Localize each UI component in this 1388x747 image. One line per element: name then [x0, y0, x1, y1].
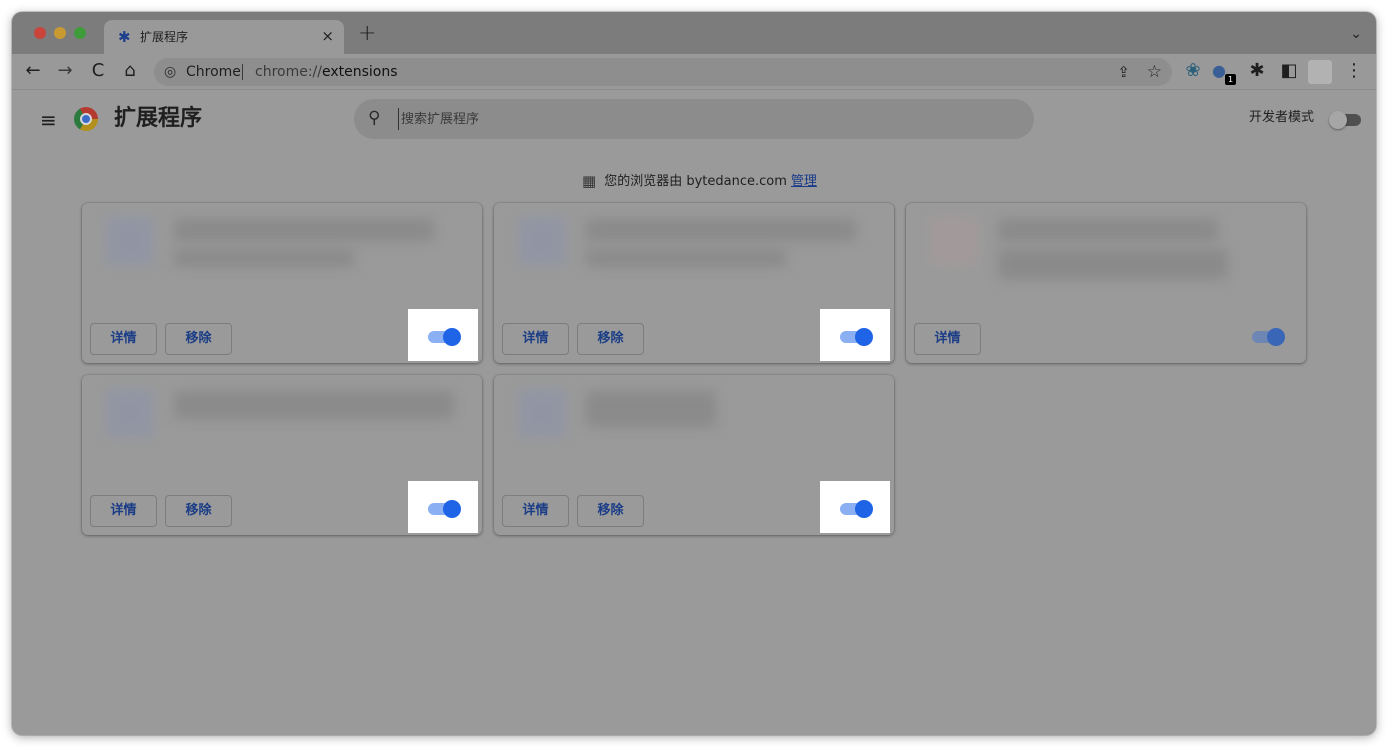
tab-extensions[interactable]: ✱ 扩展程序 ×	[104, 20, 344, 54]
toggle-highlight	[820, 309, 890, 361]
details-button[interactable]: 详情	[90, 323, 157, 355]
omnibox-divider	[242, 64, 243, 80]
extension-name-blurred	[174, 391, 454, 419]
zoom-window-button[interactable]	[74, 27, 86, 39]
extension-enable-toggle[interactable]	[840, 500, 873, 518]
extension-icon	[106, 217, 154, 265]
reload-button[interactable]: C	[87, 61, 109, 81]
home-button[interactable]: ⌂	[119, 61, 141, 81]
developer-mode-toggle[interactable]	[1329, 111, 1361, 129]
extensions-page: ≡ 扩展程序 ⚲ 开发者模式 ▦ 您的浏览器由 bytedance.com 管理 详…	[12, 91, 1376, 735]
building-icon: ▦	[582, 172, 597, 190]
extension-icon	[518, 217, 566, 265]
toggle-knob	[443, 328, 461, 346]
details-button[interactable]: 详情	[90, 495, 157, 527]
extension-icon	[930, 217, 978, 265]
remove-button[interactable]: 移除	[165, 495, 232, 527]
manage-link[interactable]: 管理	[791, 174, 817, 189]
search-bar[interactable]: ⚲	[354, 99, 1034, 139]
details-button[interactable]: 详情	[914, 323, 981, 355]
remove-button[interactable]: 移除	[165, 323, 232, 355]
toggle-knob	[855, 328, 873, 346]
extension-card: 详情	[906, 203, 1306, 363]
extension-enable-toggle[interactable]	[428, 500, 461, 518]
extension-card: 详情 移除	[494, 375, 894, 535]
toggle-knob	[443, 500, 461, 518]
url-text[interactable]: chrome://extensions	[255, 64, 398, 80]
toggle-knob	[1267, 328, 1285, 346]
extension-name-blurred	[174, 219, 434, 241]
address-bar[interactable]: ◎ Chrome chrome://extensions ⇪ ☆	[154, 58, 1172, 86]
bookmark-star-icon[interactable]: ☆	[1147, 62, 1162, 82]
developer-mode-label: 开发者模式	[1249, 110, 1315, 125]
close-window-button[interactable]	[34, 27, 46, 39]
tab-search-chevron-icon[interactable]: ⌄	[1350, 26, 1362, 42]
side-panel-icon[interactable]: ◧	[1278, 61, 1300, 81]
chrome-site-icon[interactable]: ◎	[164, 63, 176, 81]
toggle-area	[1232, 309, 1302, 361]
minimize-window-button[interactable]	[54, 27, 66, 39]
extension-name-blurred	[586, 219, 856, 241]
extension-name-blurred	[586, 391, 716, 427]
extension-badge: 1	[1225, 74, 1236, 85]
page-title: 扩展程序	[114, 106, 203, 131]
extension-card: 详情 移除	[82, 203, 482, 363]
extension-icon	[518, 389, 566, 437]
details-button[interactable]: 详情	[502, 495, 569, 527]
extensions-puzzle-icon[interactable]: ✱	[1246, 61, 1268, 81]
forward-button[interactable]: →	[54, 61, 76, 81]
search-input[interactable]	[398, 108, 998, 130]
extension-icon	[106, 389, 154, 437]
site-chip: Chrome	[186, 64, 241, 80]
extension-description-blurred	[174, 249, 354, 267]
more-menu-icon[interactable]: ⋮	[1343, 61, 1365, 81]
extension-enable-toggle[interactable]	[428, 328, 461, 346]
toggle-knob	[855, 500, 873, 518]
extension-description-blurred	[586, 249, 786, 267]
extension-enable-toggle[interactable]	[840, 328, 873, 346]
extension-description-blurred	[998, 249, 1228, 279]
back-button[interactable]: ←	[22, 61, 44, 81]
url-path: extensions	[322, 64, 398, 80]
toolbar: ← → C ⌂ ◎ Chrome chrome://extensions ⇪ ☆…	[12, 54, 1376, 90]
extension-card: 详情 移除	[82, 375, 482, 535]
extension-enable-toggle[interactable]	[1252, 328, 1285, 346]
remove-button[interactable]: 移除	[577, 323, 644, 355]
toggle-knob	[1329, 111, 1347, 129]
browser-window: ✱ 扩展程序 × + ⌄ ← → C ⌂ ◎ Chrome chrome://e…	[12, 12, 1376, 735]
share-icon[interactable]: ⇪	[1117, 63, 1130, 81]
details-button[interactable]: 详情	[502, 323, 569, 355]
toggle-highlight	[408, 481, 478, 533]
tab-close-button[interactable]: ×	[321, 27, 334, 45]
toggle-highlight	[820, 481, 890, 533]
toggle-highlight	[408, 309, 478, 361]
profile-avatar[interactable]	[1308, 60, 1332, 84]
chrome-logo-icon	[74, 107, 98, 131]
extension-1-icon[interactable]: ❀	[1182, 61, 1204, 81]
puzzle-icon: ✱	[118, 28, 131, 46]
hamburger-menu-icon[interactable]: ≡	[40, 109, 57, 131]
remove-button[interactable]: 移除	[577, 495, 644, 527]
managed-notice: ▦ 您的浏览器由 bytedance.com 管理	[582, 173, 817, 190]
new-tab-button[interactable]: +	[358, 23, 376, 45]
tab-strip: ✱ 扩展程序 × + ⌄	[12, 12, 1376, 54]
url-scheme: chrome://	[255, 64, 322, 80]
search-icon: ⚲	[368, 108, 381, 128]
managed-text: 您的浏览器由 bytedance.com	[604, 174, 787, 189]
extension-name-blurred	[998, 219, 1218, 241]
tab-title: 扩展程序	[140, 30, 189, 44]
extension-card: 详情 移除	[494, 203, 894, 363]
